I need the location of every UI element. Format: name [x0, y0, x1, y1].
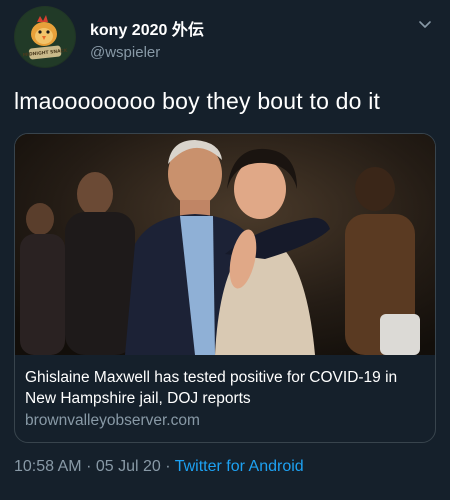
tweet-meta: 10:58 AM · 05 Jul 20 · Twitter for Andro… [14, 458, 304, 476]
display-name[interactable]: kony 2020 外伝 [90, 16, 204, 40]
card-text[interactable]: Ghislaine Maxwell has tested positive fo… [15, 355, 435, 442]
card-domain[interactable]: brownvalleyobserver.com [25, 410, 425, 432]
tweet: MIDNIGHT SNACK kony 2020 外伝 @wspieler lm… [0, 0, 450, 500]
card-title[interactable]: Ghislaine Maxwell has tested positive fo… [25, 367, 425, 409]
meta-separator: · [86, 458, 92, 475]
chevron-down-icon[interactable] [418, 18, 432, 32]
avatar[interactable]: MIDNIGHT SNACK [14, 6, 76, 68]
user-handle[interactable]: @wspieler [90, 44, 160, 61]
tweet-header: MIDNIGHT SNACK kony 2020 外伝 @wspieler [14, 6, 436, 70]
card-photo-illustration [15, 134, 435, 355]
tweet-client-link[interactable]: Twitter for Android [175, 458, 304, 475]
chicken-avatar-icon: MIDNIGHT SNACK [15, 7, 75, 67]
card-image[interactable] [15, 134, 435, 355]
meta-separator: · [165, 458, 171, 475]
link-card[interactable]: Ghislaine Maxwell has tested positive fo… [14, 133, 436, 443]
tweet-text: lmaoooooooo boy they bout to do it [14, 88, 381, 114]
tweet-date[interactable]: 05 Jul 20 [96, 458, 161, 475]
tweet-time[interactable]: 10:58 AM [14, 458, 82, 475]
